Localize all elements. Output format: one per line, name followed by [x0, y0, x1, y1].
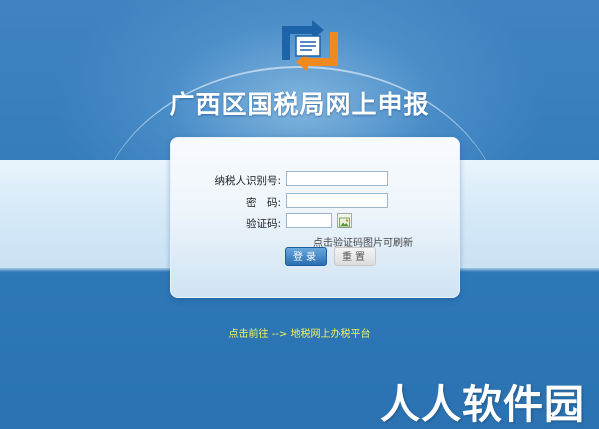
captcha-image-icon[interactable] — [337, 213, 352, 228]
password-input[interactable] — [286, 193, 388, 208]
reset-button[interactable]: 重置 — [334, 247, 376, 266]
taxpayer-id-label: 纳税人识别号: — [214, 175, 281, 187]
page-title: 广西区国税局网上申报 — [169, 90, 430, 119]
captcha-label: 验证码: — [245, 218, 281, 230]
login-page: 广西区国税局网上申报 纳税人识别号: 密 码: 验证码: 点击验证码图片可刷新 … — [0, 0, 599, 429]
watermark-text: 人人软件园 — [380, 382, 585, 428]
taxpayer-id-input[interactable] — [286, 171, 388, 186]
captcha-input[interactable] — [286, 213, 332, 228]
login-panel: 纳税人识别号: 密 码: 验证码: 点击验证码图片可刷新 登录 重置 — [170, 137, 460, 298]
password-label: 密 码: — [245, 197, 281, 209]
double-arrow-document-logo-icon — [282, 20, 338, 72]
local-tax-platform-link[interactable]: 点击前往 --> 地税网上办税平台 — [0, 325, 599, 340]
login-button[interactable]: 登录 — [285, 247, 327, 266]
